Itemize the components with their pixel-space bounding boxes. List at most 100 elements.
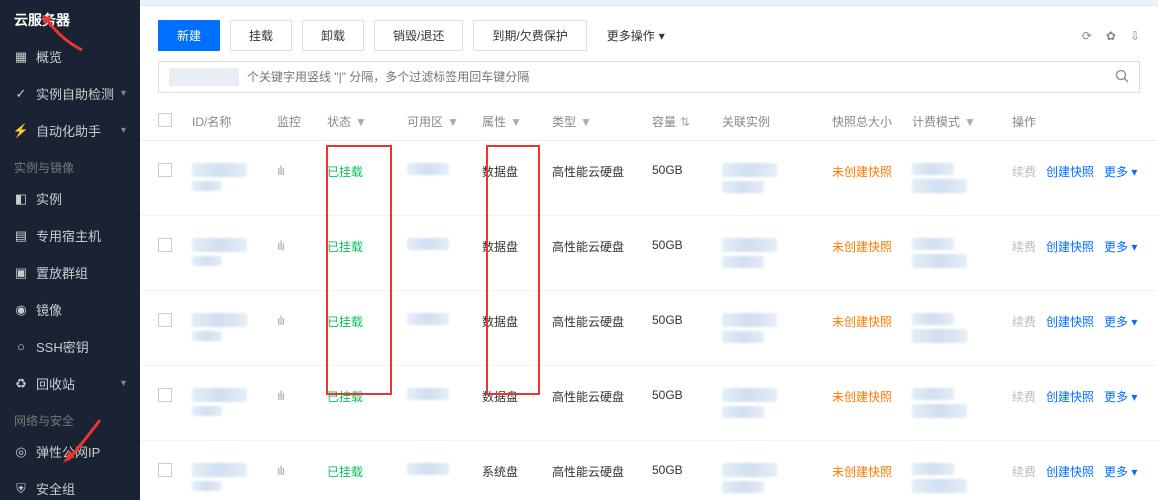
attr-value: 系统盘 [482, 465, 518, 479]
chevron-down-icon: ▾ [121, 378, 126, 389]
create-snapshot-link[interactable]: 创建快照 [1046, 463, 1094, 480]
col-monitor: 监控 [267, 103, 317, 141]
blurred-id [192, 463, 247, 477]
renew-link[interactable]: 续费 [1012, 388, 1036, 405]
blurred-related [722, 388, 777, 402]
sidebar-item-label: 回收站 [36, 374, 121, 393]
trash-icon: ♻ [14, 377, 28, 391]
create-snapshot-link[interactable]: 创建快照 [1046, 163, 1094, 180]
select-all-checkbox[interactable] [158, 113, 172, 127]
blurred-billing [912, 479, 967, 493]
grid-icon: ▦ [14, 50, 28, 64]
sidebar-item-server[interactable]: ▤专用宿主机 [0, 217, 140, 254]
filter-icon[interactable]: ▼ [447, 115, 459, 129]
search-icon[interactable] [1115, 69, 1129, 86]
col-zone: 可用区 [407, 115, 443, 129]
more-ops-label: 更多操作 [607, 27, 655, 44]
create-snapshot-link[interactable]: 创建快照 [1046, 313, 1094, 330]
row-checkbox[interactable] [158, 388, 172, 402]
more-link[interactable]: 更多 ▾ [1104, 163, 1137, 180]
settings-icon[interactable]: ✿ [1106, 29, 1116, 43]
filter-icon[interactable]: ▼ [510, 115, 522, 129]
sort-icon[interactable]: ⇅ [680, 115, 690, 129]
blurred-name [192, 406, 222, 416]
blurred-billing [912, 254, 967, 268]
cube-icon: ◧ [14, 192, 28, 206]
status-value: 已挂载 [327, 315, 363, 329]
row-checkbox[interactable] [158, 463, 172, 477]
row-checkbox[interactable] [158, 238, 172, 252]
monitor-icon[interactable]: ılı [277, 463, 284, 478]
more-link[interactable]: 更多 ▾ [1104, 463, 1137, 480]
sidebar-item-trash[interactable]: ♻ 回收站▾ [0, 365, 140, 402]
destroy-button[interactable]: 销毁/退还 [374, 20, 463, 51]
more-link[interactable]: 更多 ▾ [1104, 238, 1137, 255]
check-icon: ✓ [14, 87, 28, 101]
chevron-down-icon: ▾ [659, 29, 665, 43]
attr-value: 数据盘 [482, 315, 518, 329]
create-snapshot-link[interactable]: 创建快照 [1046, 238, 1094, 255]
sidebar-item-shield[interactable]: ⛨安全组 [0, 470, 140, 500]
blurred-related [722, 163, 777, 177]
capacity-value: 50GB [652, 163, 683, 177]
ip-icon: ◎ [14, 445, 28, 459]
monitor-icon[interactable]: ılı [277, 313, 284, 328]
monitor-icon[interactable]: ılı [277, 238, 284, 253]
sidebar-item-check[interactable]: ✓实例自助检测▾ [0, 75, 140, 112]
col-ops: 操作 [1002, 103, 1158, 141]
create-snapshot-link[interactable]: 创建快照 [1046, 388, 1094, 405]
monitor-icon[interactable]: ılı [277, 163, 284, 178]
blurred-id [192, 388, 247, 402]
sidebar-item-cube[interactable]: ◧实例 [0, 180, 140, 217]
type-value: 高性能云硬盘 [552, 315, 624, 329]
snapshot-value: 未创建快照 [832, 390, 892, 404]
blurred-related [722, 481, 764, 493]
group-icon: ▣ [14, 266, 28, 280]
renew-link[interactable]: 续费 [1012, 163, 1036, 180]
image-icon: ◉ [14, 303, 28, 317]
mount-button[interactable]: 挂载 [230, 20, 292, 51]
sidebar-title: 云服务器 [0, 0, 140, 38]
renew-link[interactable]: 续费 [1012, 463, 1036, 480]
sidebar-item-group[interactable]: ▣置放群组 [0, 254, 140, 291]
more-ops-dropdown[interactable]: 更多操作 ▾ [597, 21, 675, 50]
blurred-related [722, 463, 777, 477]
col-type: 类型 [552, 115, 576, 129]
refresh-icon[interactable]: ⟳ [1082, 29, 1092, 43]
sidebar-item-key[interactable]: ○SSH密钥 [0, 328, 140, 365]
search-tag[interactable] [169, 68, 239, 86]
col-attr: 属性 [482, 115, 506, 129]
blurred-id [192, 238, 247, 252]
renew-button[interactable]: 到期/欠费保护 [473, 20, 586, 51]
table-row: ılı 已挂载 数据盘 高性能云硬盘 50GB 未创建快照 续费 创建快照 更多… [140, 141, 1158, 216]
more-link[interactable]: 更多 ▾ [1104, 313, 1137, 330]
renew-link[interactable]: 续费 [1012, 238, 1036, 255]
chevron-down-icon: ▾ [121, 88, 126, 99]
disk-table: ID/名称 监控 状态▼ 可用区▼ 属性▼ 类型▼ 容量⇅ 关联实例 快照总大小… [140, 103, 1158, 500]
col-id: ID/名称 [182, 103, 267, 141]
table-row: ılı 已挂载 数据盘 高性能云硬盘 50GB 未创建快照 续费 创建快照 更多… [140, 216, 1158, 291]
filter-icon[interactable]: ▼ [964, 115, 976, 129]
sidebar-item-bolt[interactable]: ⚡自动化助手▾ [0, 112, 140, 149]
col-status: 状态 [327, 115, 351, 129]
download-icon[interactable]: ⇩ [1130, 29, 1140, 43]
new-button[interactable]: 新建 [158, 20, 220, 51]
unmount-button[interactable]: 卸载 [302, 20, 364, 51]
blurred-billing [912, 329, 967, 343]
sidebar-item-image[interactable]: ◉镜像 [0, 291, 140, 328]
renew-link[interactable]: 续费 [1012, 313, 1036, 330]
more-link[interactable]: 更多 ▾ [1104, 388, 1137, 405]
sidebar-item-ip[interactable]: ◎弹性公网IP [0, 433, 140, 470]
blurred-billing [912, 238, 954, 250]
row-checkbox[interactable] [158, 313, 172, 327]
col-capacity: 容量 [652, 115, 676, 129]
filter-icon[interactable]: ▼ [580, 115, 592, 129]
blurred-related [722, 256, 764, 268]
chevron-down-icon: ▾ [121, 125, 126, 136]
monitor-icon[interactable]: ılı [277, 388, 284, 403]
blurred-zone [407, 163, 449, 175]
filter-icon[interactable]: ▼ [355, 115, 367, 129]
search-input[interactable] [247, 70, 1115, 84]
row-checkbox[interactable] [158, 163, 172, 177]
sidebar-item-grid[interactable]: ▦概览 [0, 38, 140, 75]
